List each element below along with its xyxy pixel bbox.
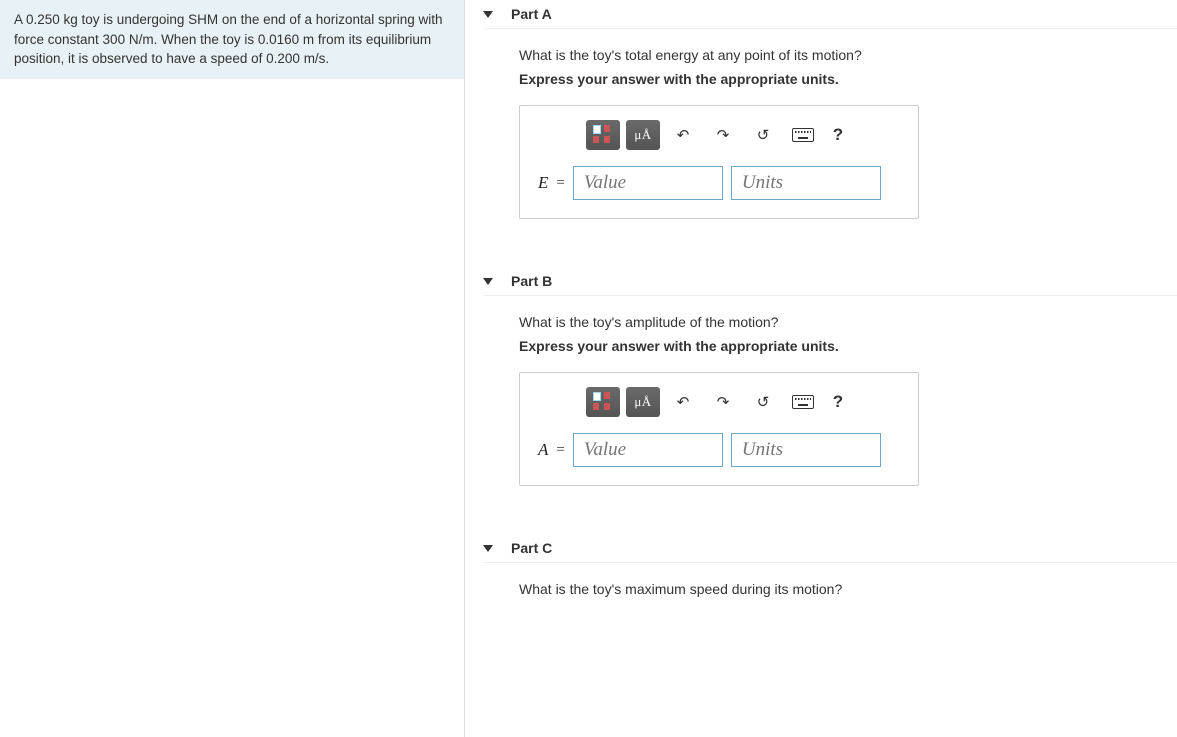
part-a-question: What is the toy's total energy at any po… [519,47,1177,63]
undo-button[interactable]: ↶ [666,387,700,417]
redo-button[interactable]: ↷ [706,387,740,417]
part-b-title: Part B [511,273,552,289]
reset-button[interactable]: ↺ [746,387,780,417]
help-button[interactable]: ? [826,392,850,412]
part-b-instruction: Express your answer with the appropriate… [519,338,1177,354]
equals-sign: = [556,442,564,459]
part-b: Part B What is the toy's amplitude of th… [483,267,1177,486]
part-a-body: What is the toy's total energy at any po… [483,47,1177,219]
part-b-input-row: A = [538,433,900,467]
part-a-value-input[interactable] [573,166,723,200]
part-a-header[interactable]: Part A [483,0,1177,29]
keyboard-button[interactable] [786,120,820,150]
part-a-toolbar: μÅ ↶ ↷ ↺ ? [586,120,900,150]
equals-sign: = [556,175,564,192]
problem-statement: A 0.250 kg toy is undergoing SHM on the … [0,0,464,79]
part-c-question: What is the toy's maximum speed during i… [519,581,1177,597]
part-b-toolbar: μÅ ↶ ↷ ↺ ? [586,387,900,417]
collapse-icon [483,278,493,285]
keyboard-icon [792,395,814,409]
part-a-instruction: Express your answer with the appropriate… [519,71,1177,87]
reset-button[interactable]: ↺ [746,120,780,150]
part-b-header[interactable]: Part B [483,267,1177,296]
part-a-units-input[interactable] [731,166,881,200]
part-b-variable: A [538,440,548,460]
template-button[interactable] [586,120,620,150]
part-a-title: Part A [511,6,552,22]
undo-button[interactable]: ↶ [666,120,700,150]
collapse-icon [483,545,493,552]
part-b-answer-box: μÅ ↶ ↷ ↺ ? A = [519,372,919,486]
problem-text: A 0.250 kg toy is undergoing SHM on the … [14,12,443,66]
answer-panel: Part A What is the toy's total energy at… [465,0,1177,737]
part-b-units-input[interactable] [731,433,881,467]
redo-button[interactable]: ↷ [706,120,740,150]
part-c-body: What is the toy's maximum speed during i… [483,581,1177,597]
help-button[interactable]: ? [826,125,850,145]
part-c-title: Part C [511,540,552,556]
units-button[interactable]: μÅ [626,387,660,417]
units-button[interactable]: μÅ [626,120,660,150]
part-c-header[interactable]: Part C [483,534,1177,563]
part-c: Part C What is the toy's maximum speed d… [483,534,1177,597]
problem-panel: A 0.250 kg toy is undergoing SHM on the … [0,0,465,737]
collapse-icon [483,11,493,18]
part-b-question: What is the toy's amplitude of the motio… [519,314,1177,330]
part-b-value-input[interactable] [573,433,723,467]
part-a: Part A What is the toy's total energy at… [483,0,1177,219]
part-b-body: What is the toy's amplitude of the motio… [483,314,1177,486]
keyboard-button[interactable] [786,387,820,417]
keyboard-icon [792,128,814,142]
part-a-variable: E [538,173,548,193]
part-a-answer-box: μÅ ↶ ↷ ↺ ? E = [519,105,919,219]
template-button[interactable] [586,387,620,417]
part-a-input-row: E = [538,166,900,200]
